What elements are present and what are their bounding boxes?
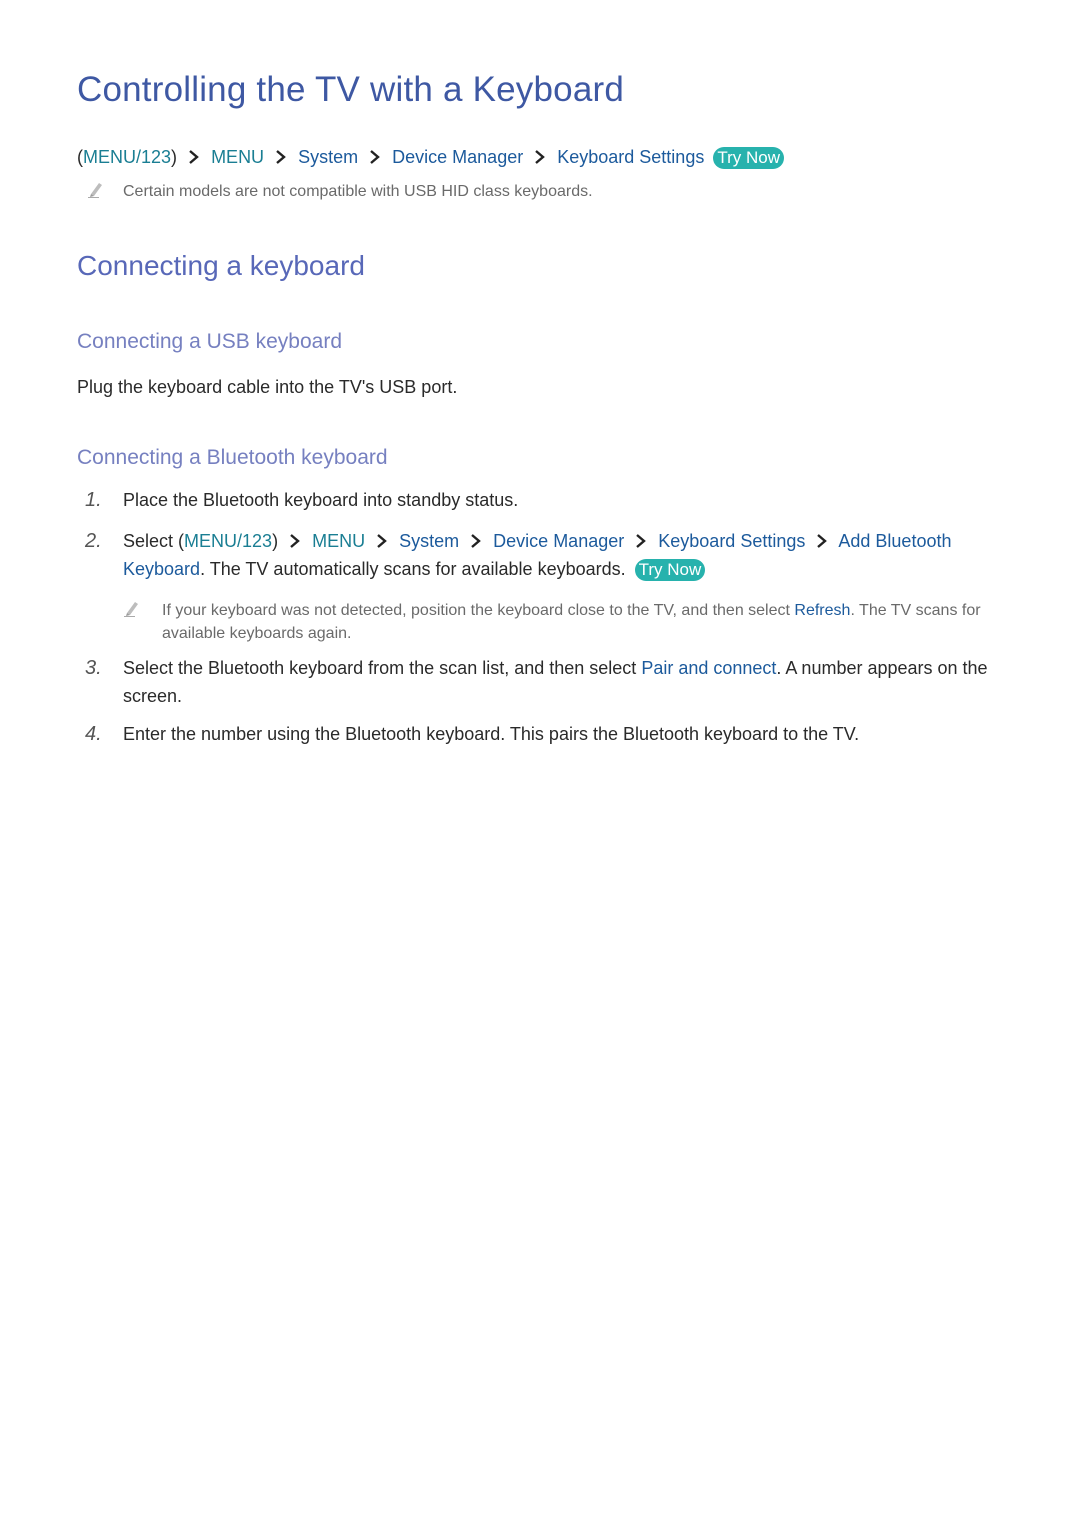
chevron-right-icon [635,534,647,548]
path-menu[interactable]: MENU [211,147,264,167]
chevron-right-icon [275,150,287,164]
path-menu123[interactable]: MENU/123 [184,531,272,551]
usb-subtitle: Connecting a USB keyboard [77,330,342,353]
step-select-text: Select [123,531,179,551]
pencil-icon [123,599,141,617]
path-system[interactable]: System [298,147,358,167]
section-title: Connecting a keyboard [77,250,365,281]
pair-and-connect-link[interactable]: Pair and connect [641,658,776,678]
note-not-detected: If your keyboard was not detected, posit… [123,599,1003,645]
chevron-right-icon [816,534,828,548]
chevron-right-icon [369,150,381,164]
usb-text: Plug the keyboard cable into the TV's US… [77,377,458,397]
path-keyboard-settings[interactable]: Keyboard Settings [557,147,704,167]
chevron-right-icon [376,534,388,548]
step-number: 1. [85,489,102,511]
step-1: 1. Place the Bluetooth keyboard into sta… [77,486,1017,516]
step-text: Place the Bluetooth keyboard into standb… [123,490,519,510]
step-3: 3. Select the Bluetooth keyboard from th… [77,654,1017,714]
path-device-manager[interactable]: Device Manager [392,147,523,167]
note-text: If your keyboard was not detected, posit… [162,599,1002,645]
path-device-manager[interactable]: Device Manager [493,531,624,551]
path-menu123[interactable]: MENU/123 [83,147,171,167]
step-text: Enter the number using the Bluetooth key… [123,724,860,744]
note-text-before: If your keyboard was not detected, posit… [162,602,795,619]
note-compatibility: Certain models are not compatible with U… [87,180,987,204]
try-now-button[interactable]: Try Now [634,559,706,581]
step-2: 2. Select (MENU/123) MENU System Device … [77,527,1017,647]
chevron-right-icon [534,150,546,164]
paren-close: ) [171,147,178,167]
step-text-before: Select the Bluetooth keyboard from the s… [123,658,642,678]
chevron-right-icon [289,534,301,548]
paren-close: ) [272,531,279,551]
pencil-icon [87,180,105,198]
page-title: Controlling the TV with a Keyboard [77,70,625,109]
menu-path: (MENU/123) MENU System Device Manager Ke… [77,145,784,169]
step-number: 4. [85,723,102,745]
refresh-link[interactable]: Refresh [794,602,850,619]
bluetooth-subtitle: Connecting a Bluetooth keyboard [77,446,388,469]
path-system[interactable]: System [399,531,459,551]
step-4: 4. Enter the number using the Bluetooth … [77,720,1017,750]
try-now-button[interactable]: Try Now [713,147,784,169]
path-menu[interactable]: MENU [312,531,365,551]
step-number: 2. [85,530,102,552]
note-text: Certain models are not compatible with U… [123,183,593,200]
chevron-right-icon [188,150,200,164]
path-keyboard-settings[interactable]: Keyboard Settings [658,531,805,551]
step-rest-text: . The TV automatically scans for availab… [200,559,626,579]
step-number: 3. [85,657,102,679]
chevron-right-icon [470,534,482,548]
